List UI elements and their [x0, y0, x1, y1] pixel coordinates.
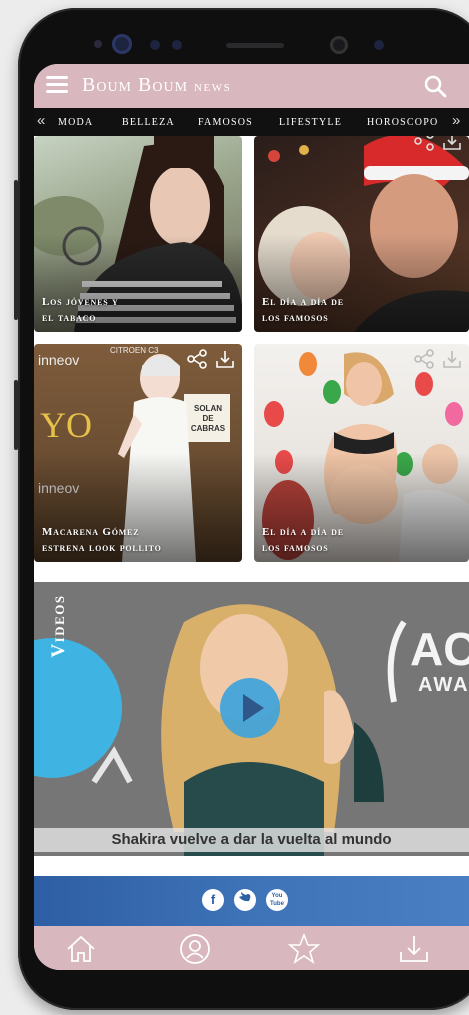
app-logo: Boum Boum news [82, 74, 231, 97]
caption-line: los famosos [262, 542, 329, 554]
bg-brand-text: YO [40, 405, 92, 445]
download-icon[interactable] [441, 348, 463, 370]
download-icon[interactable] [397, 932, 431, 966]
share-icon[interactable] [413, 136, 435, 152]
article-card-tabaco[interactable]: Los jóvenes y el tabaco [34, 136, 242, 332]
sensor-dot [94, 40, 102, 48]
download-icon[interactable] [441, 136, 463, 152]
bg-sponsor-text: AC [410, 623, 469, 675]
bg-brand-text: SOLAN DE CABRAS [190, 404, 226, 433]
category-lifestyle[interactable]: Lifestyle [279, 117, 342, 128]
share-icon[interactable] [413, 348, 435, 370]
category-bar: « Moda Belleza Famosos Lifestyle Horosco… [34, 108, 469, 136]
category-horoscopo[interactable]: Horoscopo [367, 117, 438, 128]
bg-brand-text: CITROEN C3 [110, 346, 159, 355]
sensor-dot [374, 40, 384, 50]
card-caption: El día a día de los famosos [262, 524, 344, 556]
chevron-right-icon[interactable]: » [452, 112, 460, 129]
caption-line: Los jóvenes y [42, 296, 119, 308]
phone-top-bezel [34, 10, 464, 70]
article-card-famosos-2[interactable]: El día a día de los famosos [254, 344, 469, 562]
phone-bottom-bezel [34, 970, 469, 1002]
download-icon[interactable] [214, 348, 236, 370]
home-icon[interactable] [64, 932, 98, 966]
caption-line: El día a día de [262, 296, 344, 308]
search-icon[interactable] [423, 74, 447, 98]
facebook-icon[interactable]: f [202, 889, 224, 911]
card-caption: El día a día de los famosos [262, 294, 344, 326]
play-button[interactable] [220, 678, 280, 738]
article-card-macarena[interactable]: inneov CITROEN C3 YO SOLAN DE CABRAS inn… [34, 344, 242, 562]
brand-main: Boum Boum [82, 74, 189, 96]
earpiece [226, 43, 284, 48]
video-section[interactable]: AC AWA Videos Shakira vuelve a dar la vu… [34, 582, 469, 856]
sensor-dot [172, 40, 182, 50]
volume-button [14, 180, 18, 320]
card-caption: Los jóvenes y el tabaco [42, 294, 119, 326]
front-camera [330, 36, 348, 54]
social-bar: f You Tube [34, 876, 469, 926]
bg-brand-text: inneov [38, 352, 80, 368]
share-icon[interactable] [186, 348, 208, 370]
iris-scanner [112, 34, 132, 54]
sensor-dot [150, 40, 160, 50]
app-screen: Boum Boum news « Moda Belleza Famosos Li… [34, 64, 469, 970]
menu-icon[interactable] [46, 76, 68, 94]
article-card-famosos-1[interactable]: El día a día de los famosos [254, 136, 469, 332]
category-belleza[interactable]: Belleza [122, 117, 175, 128]
brand-sub: news [194, 79, 232, 95]
twitter-icon[interactable] [234, 889, 256, 911]
chevron-left-icon[interactable]: « [37, 112, 45, 129]
caption-line: El día a día de [262, 526, 344, 538]
play-icon [243, 694, 264, 722]
profile-icon[interactable] [178, 932, 212, 966]
category-famosos[interactable]: Famosos [198, 117, 253, 128]
bg-sponsor-text: AWA [418, 674, 469, 696]
caption-line: los famosos [262, 312, 329, 324]
youtube-icon[interactable]: You Tube [266, 889, 288, 911]
category-moda[interactable]: Moda [58, 117, 93, 128]
app-header: Boum Boum news [34, 64, 469, 108]
star-icon[interactable] [287, 932, 321, 966]
video-caption: Shakira vuelve a dar la vuelta al mundo [34, 828, 469, 852]
twitter-bird-glyph [239, 892, 251, 902]
card-caption: Macarena Gómez estrena look pollito [42, 524, 162, 556]
videos-badge-label: Videos [48, 594, 69, 658]
bottom-nav [34, 926, 469, 970]
caption-line: Macarena Gómez [42, 526, 140, 538]
bixby-button [14, 380, 18, 450]
caption-line: el tabaco [42, 312, 97, 324]
caption-line: estrena look pollito [42, 542, 162, 554]
